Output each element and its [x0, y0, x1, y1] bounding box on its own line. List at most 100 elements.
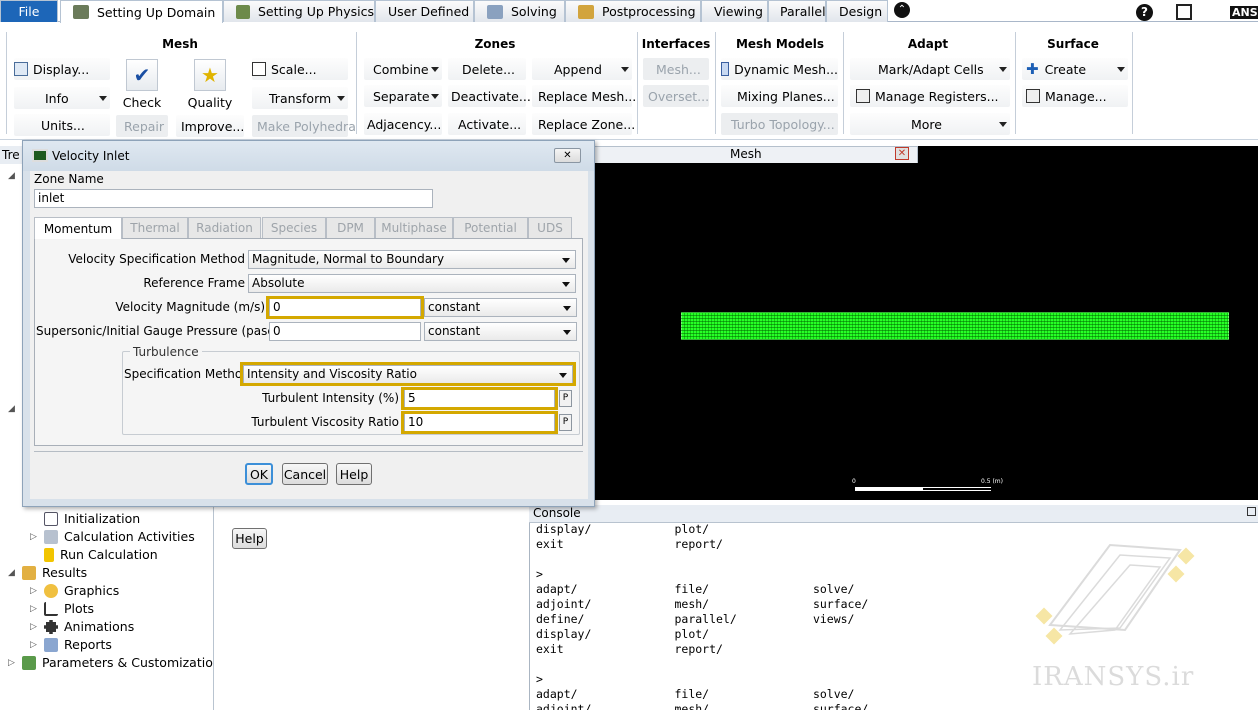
- tab-postprocessing[interactable]: Postprocessing: [565, 0, 701, 22]
- reference-frame-select[interactable]: Absolute: [248, 274, 576, 293]
- calculation-icon: [44, 529, 58, 544]
- turbo-topology-button[interactable]: Turbo Topology...: [721, 113, 838, 135]
- button-label: Transform: [269, 90, 332, 106]
- more-button[interactable]: More: [850, 113, 1010, 135]
- button-label: Deactivate...: [451, 88, 531, 104]
- tree-item-label: Parameters & Customization: [42, 655, 221, 670]
- dynamic-mesh-button[interactable]: Dynamic Mesh...: [721, 58, 838, 80]
- adapt-group-title: Adapt: [907, 37, 949, 51]
- tab-label: File: [18, 4, 40, 19]
- viscosity-parameter-button[interactable]: P: [559, 414, 572, 431]
- units-button[interactable]: Units...: [14, 114, 110, 136]
- tab-radiation[interactable]: Radiation: [188, 217, 261, 238]
- dialog-titlebar[interactable]: Velocity Inlet ✕: [23, 141, 594, 171]
- expand-arrow-icon[interactable]: ◢: [8, 404, 15, 414]
- pressure-field[interactable]: 0: [269, 322, 421, 341]
- tree-item-plots[interactable]: ▷ Plots: [30, 601, 94, 616]
- button-label: Manage Registers...: [875, 88, 999, 104]
- deactivate-button[interactable]: Deactivate...: [448, 85, 531, 107]
- console-line: adjoint/ mesh/ surface/: [536, 597, 869, 611]
- info-button[interactable]: Info: [14, 87, 110, 109]
- button-label: Manage...: [1045, 88, 1107, 104]
- intensity-parameter-button[interactable]: P: [559, 390, 572, 407]
- button-label: Overset...: [648, 88, 710, 104]
- close-icon[interactable]: ✕: [895, 147, 909, 160]
- domain-icon: [73, 5, 89, 19]
- tree-item-calculation-activities[interactable]: ▷ Calculation Activities: [30, 529, 195, 544]
- ok-button[interactable]: OK: [245, 463, 273, 485]
- collapse-ribbon-icon[interactable]: ⌃: [894, 2, 910, 18]
- delete-button[interactable]: Delete...: [448, 58, 526, 80]
- intensity-label: Turbulent Intensity (%): [262, 391, 399, 405]
- button-label: Scale...: [271, 61, 317, 77]
- tree-item-run-calculation[interactable]: Run Calculation: [44, 547, 158, 562]
- quality-button[interactable]: ★ Quality: [176, 59, 244, 110]
- tab-uds[interactable]: UDS: [528, 217, 572, 238]
- tree-item-results[interactable]: ◢ Results: [8, 565, 87, 580]
- transform-button[interactable]: Transform: [252, 87, 348, 109]
- tree-item-parameters[interactable]: ▷ Parameters & Customization: [8, 655, 221, 670]
- tab-parallel[interactable]: Parallel: [768, 0, 826, 22]
- help-icon[interactable]: ?: [1136, 4, 1153, 21]
- tab-solving[interactable]: Solving: [474, 0, 565, 22]
- improve-button[interactable]: Improve...: [176, 115, 244, 137]
- tab-thermal[interactable]: Thermal: [122, 217, 188, 238]
- tab-momentum[interactable]: Momentum: [34, 217, 122, 239]
- overset-button[interactable]: Overset...: [643, 85, 709, 107]
- repair-button[interactable]: Repair: [116, 115, 168, 137]
- tab-species[interactable]: Species: [262, 217, 326, 238]
- tab-dpm[interactable]: DPM: [326, 217, 375, 238]
- help-button[interactable]: Help: [336, 463, 372, 485]
- button-label: Replace Mesh...: [538, 88, 637, 104]
- mark-adapt-button[interactable]: Mark/Adapt Cells: [850, 58, 1010, 80]
- replace-mesh-button[interactable]: Replace Mesh...: [532, 85, 636, 107]
- mesh-window-tab[interactable]: Mesh ✕: [594, 146, 918, 163]
- mesh-grid-lines: [681, 312, 1229, 340]
- maximize-icon[interactable]: [1247, 507, 1256, 516]
- append-button[interactable]: Append: [532, 58, 632, 80]
- cancel-button[interactable]: Cancel: [282, 463, 328, 485]
- expand-arrow-icon: ▷: [30, 603, 37, 614]
- tab-setting-up-domain[interactable]: Setting Up Domain: [60, 0, 223, 23]
- expand-arrow-icon[interactable]: ◢: [8, 171, 15, 181]
- tree-item-animations[interactable]: ▷ Animations: [30, 619, 134, 634]
- tab-potential[interactable]: Potential: [453, 217, 528, 238]
- tree-item-graphics[interactable]: ▷ Graphics: [30, 583, 119, 598]
- console-line: >: [536, 567, 543, 581]
- close-icon[interactable]: ✕: [554, 148, 581, 163]
- tab-setting-up-physics[interactable]: Setting Up Physics: [223, 0, 375, 22]
- layout-icon[interactable]: [1176, 4, 1192, 20]
- make-polyhedra-button[interactable]: Make Polyhedra: [252, 115, 356, 137]
- display-button[interactable]: Display...: [14, 58, 110, 80]
- scale-button[interactable]: Scale...: [252, 58, 348, 80]
- tab-viewing[interactable]: Viewing: [701, 0, 768, 22]
- tree-item-reports[interactable]: ▷ Reports: [30, 637, 112, 652]
- zone-name-field[interactable]: inlet: [34, 189, 433, 208]
- tab-file[interactable]: File: [0, 0, 58, 22]
- create-surface-button[interactable]: ✚ Create: [1022, 58, 1128, 80]
- button-label: Separate: [373, 88, 430, 104]
- adjacency-button[interactable]: Adjacency...: [364, 113, 442, 135]
- interfaces-mesh-button[interactable]: Mesh...: [643, 58, 709, 80]
- mixing-planes-button[interactable]: Mixing Planes...: [721, 85, 838, 107]
- velocity-spec-select[interactable]: Magnitude, Normal to Boundary: [248, 250, 576, 269]
- tab-design[interactable]: Design: [826, 0, 888, 22]
- tab-user-defined[interactable]: User Defined: [375, 0, 474, 22]
- spec-method-label: Specification Method: [124, 367, 250, 381]
- pressure-mode-select[interactable]: constant: [424, 322, 577, 341]
- task-help-button[interactable]: Help: [232, 528, 267, 549]
- tree-item-label: Results: [42, 565, 88, 580]
- manage-registers-button[interactable]: Manage Registers...: [850, 85, 1010, 107]
- combine-button[interactable]: Combine: [364, 58, 442, 80]
- parameters-icon: [22, 655, 36, 670]
- tab-multiphase[interactable]: Multiphase: [375, 217, 453, 238]
- velocity-magnitude-mode-select[interactable]: constant: [424, 298, 577, 317]
- activate-button[interactable]: Activate...: [448, 113, 526, 135]
- tree-item-initialization[interactable]: Initialization: [44, 511, 140, 526]
- manage-surface-button[interactable]: Manage...: [1022, 85, 1128, 107]
- replace-zone-button[interactable]: Replace Zone...: [532, 113, 636, 135]
- button-label: Replace Zone...: [538, 116, 636, 132]
- check-button[interactable]: ✔ Check: [118, 59, 166, 110]
- separate-button[interactable]: Separate: [364, 85, 442, 107]
- tab-label: User Defined: [388, 4, 470, 19]
